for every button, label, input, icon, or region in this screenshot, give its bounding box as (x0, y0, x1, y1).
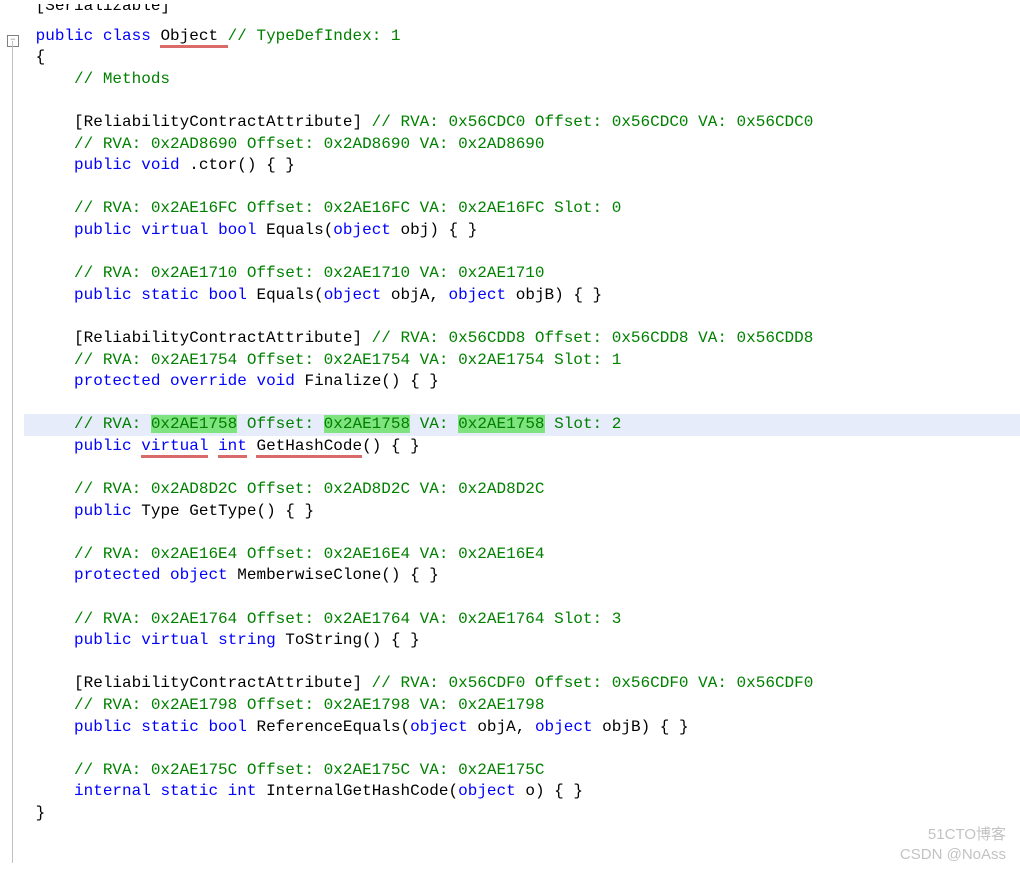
blank (24, 522, 1020, 544)
blank (24, 652, 1020, 674)
blank (24, 177, 1020, 199)
blank (24, 90, 1020, 112)
blank (24, 242, 1020, 264)
method-finalize: protected override void Finalize() { } (24, 371, 1020, 393)
rva-comment: // RVA: 0x2AE1764 Offset: 0x2AE1764 VA: … (24, 609, 1020, 631)
attr-line: [ReliabilityContractAttribute] // RVA: 0… (24, 328, 1020, 350)
gethashcode-name: GetHashCode (256, 437, 362, 458)
rva-comment: // RVA: 0x2AD8D2C Offset: 0x2AD8D2C VA: … (24, 479, 1020, 501)
close-brace: } (24, 803, 1020, 825)
rva-comment: // RVA: 0x2AE1754 Offset: 0x2AE1754 VA: … (24, 350, 1020, 372)
method-gethashcode: public virtual int GetHashCode() { } (24, 436, 1020, 458)
method-equals-static: public static bool Equals(object objA, o… (24, 285, 1020, 307)
rva-comment: // RVA: 0x2AE16FC Offset: 0x2AE16FC VA: … (24, 198, 1020, 220)
open-brace: { (24, 47, 1020, 69)
attr-line-cutoff: [Serializable] (24, 4, 1020, 26)
method-internalgethashcode: internal static int InternalGetHashCode(… (24, 781, 1020, 803)
attr-line: [ReliabilityContractAttribute] // RVA: 0… (24, 112, 1020, 134)
rva-comment: // RVA: 0x2AE1798 Offset: 0x2AE1798 VA: … (24, 695, 1020, 717)
blank (24, 587, 1020, 609)
watermark-51cto: 51CTO博客 (928, 825, 1006, 845)
rva-comment: // RVA: 0x2AE16E4 Offset: 0x2AE16E4 VA: … (24, 544, 1020, 566)
blank (24, 393, 1020, 415)
blank (24, 306, 1020, 328)
blank (24, 457, 1020, 479)
method-gettype: public Type GetType() { } (24, 501, 1020, 523)
methods-section: // Methods (24, 69, 1020, 91)
method-ctor: public void .ctor() { } (24, 155, 1020, 177)
rva-comment: // RVA: 0x2AD8690 Offset: 0x2AD8690 VA: … (24, 134, 1020, 156)
method-tostring: public virtual string ToString() { } (24, 630, 1020, 652)
va-value-highlight: 0x2AE1758 (458, 415, 544, 433)
class-declaration: public class Object // TypeDefIndex: 1 (24, 26, 1020, 48)
rva-comment: // RVA: 0x2AE175C Offset: 0x2AE175C VA: … (24, 760, 1020, 782)
attr-line: [ReliabilityContractAttribute] // RVA: 0… (24, 673, 1020, 695)
method-equals-instance: public virtual bool Equals(object obj) {… (24, 220, 1020, 242)
class-name: Object (160, 27, 218, 48)
rva-value-highlight: 0x2AE1758 (151, 415, 237, 433)
blank (24, 738, 1020, 760)
rva-comment-highlighted: // RVA: 0x2AE1758 Offset: 0x2AE1758 VA: … (24, 414, 1020, 436)
method-referenceequals: public static bool ReferenceEquals(objec… (24, 717, 1020, 739)
rva-comment: // RVA: 0x2AE1710 Offset: 0x2AE1710 VA: … (24, 263, 1020, 285)
code-area: [Serializable] public class Object // Ty… (0, 0, 1020, 825)
offset-value-highlight: 0x2AE1758 (324, 415, 410, 433)
method-memberwiseclone: protected object MemberwiseClone() { } (24, 565, 1020, 587)
watermark-csdn: CSDN @NoAss (900, 845, 1006, 865)
